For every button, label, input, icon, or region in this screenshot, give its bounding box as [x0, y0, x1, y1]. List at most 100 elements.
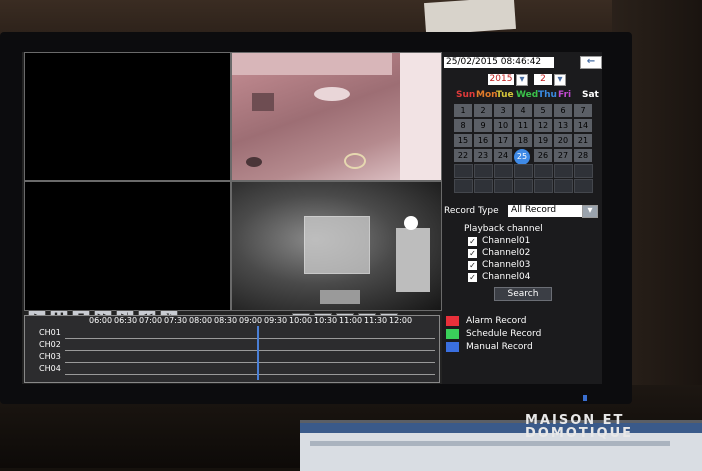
weekday-sun: Sun [456, 90, 476, 100]
calendar-day-28[interactable]: 28 [574, 149, 592, 162]
timeline-hour-label: 11:30 [364, 316, 388, 325]
calendar-day-23[interactable]: 23 [474, 149, 492, 162]
weekday-thu: Thu [538, 90, 557, 100]
timeline-channel-ch01: CH01 [39, 328, 61, 337]
playback-channel-label: Playback channel [464, 224, 543, 234]
weekday-fri: Fri [558, 90, 572, 100]
laptop [300, 420, 702, 471]
channel-checkbox-2[interactable]: ✓ [468, 249, 477, 258]
calendar-empty-cell [454, 179, 473, 193]
channel-checkbox-1[interactable]: ✓ [468, 237, 477, 246]
calendar-day-15[interactable]: 15 [454, 134, 472, 147]
calendar-day-21[interactable]: 21 [574, 134, 592, 147]
calendar-empty-cell [514, 179, 533, 193]
calendar-day-2[interactable]: 2 [474, 104, 492, 117]
watermark-line-2: DOMOTIQUE [525, 426, 634, 441]
timeline-hour-label: 10:00 [289, 316, 313, 325]
timeline-hour-label: 07:30 [164, 316, 188, 325]
legend-label-3: Manual Record [466, 342, 533, 352]
channel-label-4: Channel04 [482, 272, 531, 282]
legend-swatch-3 [446, 342, 459, 352]
calendar-day-12[interactable]: 12 [534, 119, 552, 132]
watermark-logo: MAISON ET DOMOTIQUE [525, 414, 633, 440]
calendar-day-8[interactable]: 8 [454, 119, 472, 132]
dvr-screen: ▶❚❚■▶▶▶|◀◀↻ ◎|◀▶|⊖▣ 06:0006:3007:0007:30… [22, 52, 602, 384]
calendar-day-19[interactable]: 19 [534, 134, 552, 147]
timeline-hour-label: 08:00 [189, 316, 213, 325]
camera-view-ch01[interactable] [24, 52, 231, 181]
month-dropdown-icon[interactable]: ▾ [554, 74, 566, 86]
timeline-cursor[interactable] [257, 326, 260, 380]
calendar-day-16[interactable]: 16 [474, 134, 492, 147]
calendar-day-9[interactable]: 9 [474, 119, 492, 132]
channel-checkbox-3[interactable]: ✓ [468, 261, 477, 270]
weekday-sat: Sat [582, 90, 599, 100]
timeline-hour-label: 11:00 [339, 316, 363, 325]
calendar-day-11[interactable]: 11 [514, 119, 532, 132]
calendar-day-26[interactable]: 26 [534, 149, 552, 162]
timeline-track-ch04 [65, 374, 435, 375]
timeline-track-ch01 [65, 338, 435, 339]
calendar-day-18[interactable]: 18 [514, 134, 532, 147]
record-type-label: Record Type [444, 206, 499, 216]
calendar-day-24[interactable]: 24 [494, 149, 512, 162]
garden-hose [344, 153, 366, 169]
calendar-day-17[interactable]: 17 [494, 134, 512, 147]
calendar-day-13[interactable]: 13 [554, 119, 572, 132]
timeline-channel-ch03: CH03 [39, 352, 61, 361]
record-type-select[interactable]: All Record [508, 205, 585, 217]
search-button[interactable]: Search [494, 287, 552, 301]
channel-label-3: Channel03 [482, 260, 531, 270]
calendar-day-22[interactable]: 22 [454, 149, 472, 162]
weekday-wed: Wed [516, 90, 539, 100]
timeline-hour-label: 09:00 [239, 316, 263, 325]
garden-wall [232, 53, 392, 75]
laptop-tabs [310, 441, 670, 446]
legend-label-1: Alarm Record [466, 316, 527, 326]
calendar-day-14[interactable]: 14 [574, 119, 592, 132]
timeline-hour-label: 06:30 [114, 316, 138, 325]
calendar-day-10[interactable]: 10 [494, 119, 512, 132]
channel-label-2: Channel02 [482, 248, 531, 258]
channel-checkbox-4[interactable]: ✓ [468, 273, 477, 282]
timeline-hour-label: 06:00 [89, 316, 113, 325]
calendar-day-5[interactable]: 5 [534, 104, 552, 117]
weekday-tue: Tue [496, 90, 514, 100]
timeline-track-ch02 [65, 350, 435, 351]
year-dropdown-icon[interactable]: ▾ [516, 74, 528, 86]
floor-object [320, 290, 360, 304]
channel-label-1: Channel01 [482, 236, 531, 246]
year-field[interactable]: 2015 [488, 74, 514, 85]
back-arrow-icon[interactable]: ← [580, 56, 602, 69]
calendar-day-3[interactable]: 3 [494, 104, 512, 117]
timeline-hour-label: 08:30 [214, 316, 238, 325]
camera-view-ch04[interactable] [231, 181, 442, 311]
month-field[interactable]: 2 [534, 74, 552, 85]
calendar-empty-cell [494, 179, 513, 193]
camera-view-ch03[interactable] [24, 181, 231, 311]
calendar-empty-cell [474, 179, 493, 193]
timeline-hour-label: 12:00 [389, 316, 413, 325]
garden-table [314, 87, 350, 101]
calendar-day-27[interactable]: 27 [554, 149, 572, 162]
timeline-hour-label: 10:30 [314, 316, 338, 325]
calendar-day-25[interactable]: 25 [514, 149, 530, 165]
calendar-day-7[interactable]: 7 [574, 104, 592, 117]
datetime-field[interactable]: 25/02/2015 08:46:42 [444, 57, 554, 68]
camera-view-ch02[interactable] [231, 52, 442, 181]
weekday-mon: Mon [476, 90, 498, 100]
legend-swatch-1 [446, 316, 459, 326]
search-panel: 25/02/2015 08:46:42 ← 2015 ▾ 2 ▾ Sun Mon T… [442, 52, 602, 384]
calendar-empty-cell [534, 164, 553, 178]
timeline-panel[interactable]: 06:00 06:30 07:00 07:30 08:00 08:30 09:00 09:30… [24, 315, 440, 383]
calendar-day-20[interactable]: 20 [554, 134, 572, 147]
chevron-down-icon[interactable]: ▾ [582, 205, 598, 218]
calendar-day-1[interactable]: 1 [454, 104, 472, 117]
legend-swatch-2 [446, 329, 459, 339]
storage-box [304, 216, 370, 274]
power-led [583, 395, 587, 401]
calendar-day-4[interactable]: 4 [514, 104, 532, 117]
calendar-empty-cell [454, 164, 473, 178]
timeline-channel-ch02: CH02 [39, 340, 61, 349]
calendar-day-6[interactable]: 6 [554, 104, 572, 117]
